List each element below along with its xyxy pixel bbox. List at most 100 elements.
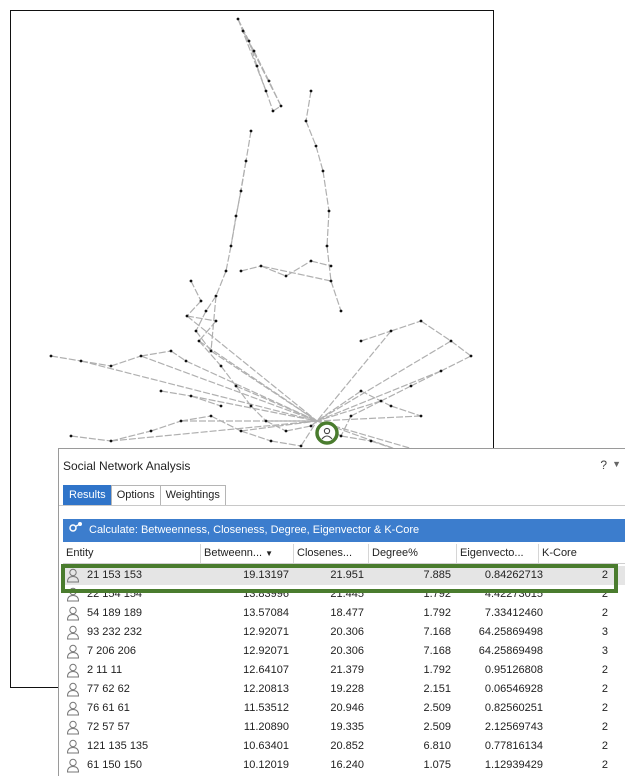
panel-menu-icon[interactable]: ▼ [612,459,621,469]
network-node[interactable] [236,17,240,21]
network-node[interactable] [224,269,228,273]
network-node[interactable] [309,259,313,263]
network-node[interactable] [159,389,163,393]
network-node[interactable] [314,144,318,148]
network-node[interactable] [419,319,423,323]
network-node[interactable] [389,404,393,408]
network-node[interactable] [379,399,383,403]
network-node[interactable] [339,309,343,313]
help-button[interactable]: ? [600,458,607,472]
network-node[interactable] [239,269,243,273]
network-node[interactable] [184,359,188,363]
network-node[interactable] [269,439,273,443]
network-node[interactable] [271,109,275,113]
column-header-closeness[interactable]: Closenes... [294,544,369,563]
network-node[interactable] [469,354,473,358]
table-row[interactable]: 2 11 11 12.64107 21.379 1.792 0.95126808 2 [63,661,625,680]
network-node[interactable] [329,264,333,268]
calculate-button[interactable]: Calculate: Betweenness, Closeness, Degre… [63,519,625,542]
network-node[interactable] [249,404,253,408]
table-row[interactable]: 7 206 206 12.92071 20.306 7.168 64.25869498 3 [63,642,625,661]
column-header-eigenvector[interactable]: Eigenvecto... [457,544,539,563]
network-node[interactable] [321,169,325,173]
network-node[interactable] [409,384,413,388]
network-node[interactable] [247,39,251,43]
network-node[interactable] [304,119,308,123]
network-node[interactable] [389,329,393,333]
network-node[interactable] [284,274,288,278]
network-node[interactable] [204,309,208,313]
network-node[interactable] [267,79,271,83]
cell-betweenness: 19.13197 [243,569,289,581]
network-node[interactable] [339,434,343,438]
table-row[interactable]: 72 57 57 11.20890 19.335 2.509 2.12569743 2 [63,718,625,737]
network-node[interactable] [189,279,193,283]
column-header-kcore[interactable]: K-Core [539,544,613,563]
tab-options[interactable]: Options [110,485,161,505]
network-node[interactable] [234,384,238,388]
network-node[interactable] [369,439,373,443]
network-node[interactable] [252,49,256,53]
network-node[interactable] [219,404,223,408]
network-node[interactable] [234,214,238,218]
network-node[interactable] [359,339,363,343]
column-header-degree[interactable]: Degree% [369,544,457,563]
table-row[interactable]: 93 232 232 12.92071 20.306 7.168 64.25869498… [63,623,625,642]
network-node[interactable] [185,314,189,318]
network-node[interactable] [69,434,73,438]
network-node[interactable] [449,339,453,343]
network-node[interactable] [197,339,201,343]
network-node[interactable] [149,429,153,433]
network-node[interactable] [255,64,259,68]
network-node[interactable] [109,439,113,443]
network-node[interactable] [219,364,223,368]
network-node[interactable] [329,279,333,283]
table-row[interactable]: 77 62 62 12.20813 19.228 2.151 0.06546928 2 [63,680,625,699]
network-node[interactable] [239,189,243,193]
network-node[interactable] [214,319,218,323]
network-node[interactable] [325,244,329,248]
table-row[interactable]: 22 154 154 13.83996 21.445 1.792 4.42273015 2 [63,585,625,604]
network-node[interactable] [169,349,173,353]
column-header-entity[interactable]: Entity [63,544,201,563]
table-row[interactable]: 76 61 61 11.53512 20.946 2.509 0.82560251 2 [63,699,625,718]
network-node[interactable] [79,359,83,363]
network-node[interactable] [239,429,243,433]
network-node[interactable] [49,354,53,358]
network-node[interactable] [194,329,198,333]
network-node[interactable] [264,89,268,93]
network-node[interactable] [359,389,363,393]
network-node[interactable] [229,244,233,248]
table-row[interactable]: 54 189 189 13.57084 18.477 1.792 7.33412460 2 [63,604,625,623]
network-node[interactable] [109,364,113,368]
network-node[interactable] [209,414,213,418]
tab-results[interactable]: Results [63,485,112,505]
network-node[interactable] [244,159,248,163]
network-node[interactable] [327,209,331,213]
selected-node-icon[interactable] [315,421,339,445]
column-header-betweenness[interactable]: Betweenn... ▼ [201,544,294,563]
network-node[interactable] [139,354,143,358]
network-node[interactable] [349,414,353,418]
network-node[interactable] [279,104,283,108]
network-node[interactable] [259,264,263,268]
network-node[interactable] [209,349,213,353]
network-node[interactable] [439,369,443,373]
network-node[interactable] [241,29,245,33]
table-row[interactable]: 61 150 150 10.12019 16.240 1.075 1.12939429 2 [63,756,625,775]
network-node[interactable] [419,414,423,418]
network-edge [310,260,332,267]
network-node[interactable] [189,394,193,398]
network-node[interactable] [309,89,313,93]
network-node[interactable] [199,299,203,303]
table-row[interactable]: 21 153 153 19.13197 21.951 7.885 0.84262713 2 [63,566,625,585]
network-node[interactable] [284,429,288,433]
network-node[interactable] [249,129,253,133]
network-node[interactable] [299,444,303,448]
tab-weightings[interactable]: Weightings [159,485,226,505]
network-node[interactable] [179,419,183,423]
table-row[interactable]: 121 135 135 10.63401 20.852 6.810 0.77816134… [63,737,625,756]
network-node[interactable] [214,294,218,298]
network-node[interactable] [264,419,268,423]
network-node[interactable] [309,424,313,428]
